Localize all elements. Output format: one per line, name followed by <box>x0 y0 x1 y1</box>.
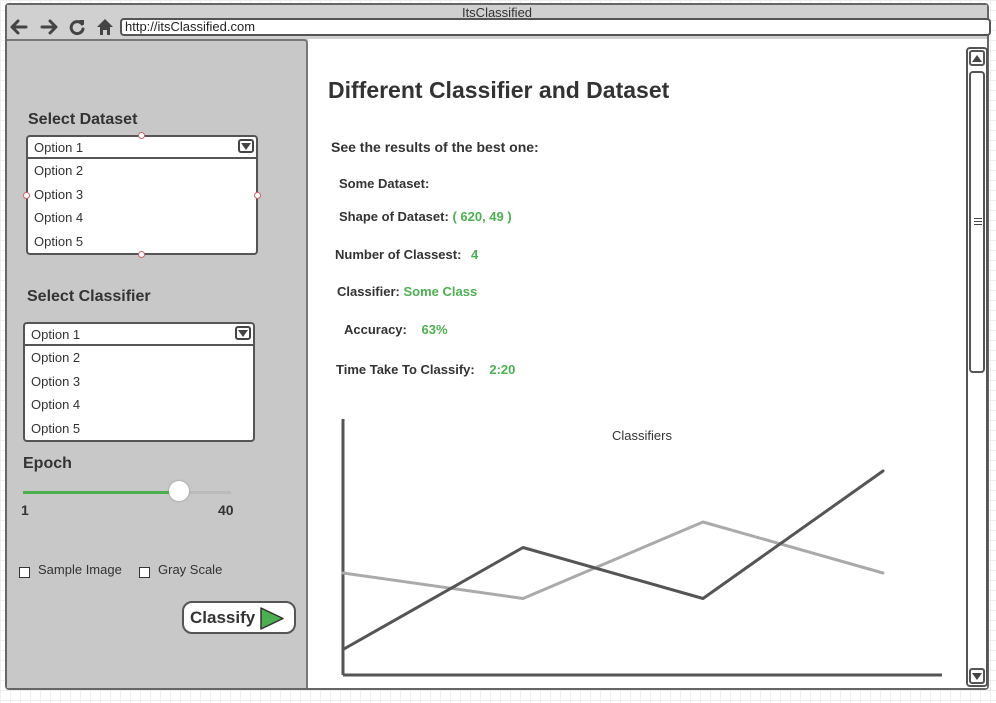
classify-button[interactable]: Classify <box>182 601 296 634</box>
time-row: Time Take To Classify: 2:20 <box>336 362 515 377</box>
shape-row: Shape of Dataset: ( 620, 49 ) <box>339 209 512 224</box>
epoch-label: Epoch <box>23 455 72 472</box>
select-dataset-label: Select Dataset <box>28 111 138 128</box>
scroll-thumb[interactable] <box>969 71 985 373</box>
chevron-down-icon[interactable] <box>238 139 254 153</box>
sample-image-label: Sample Image <box>38 562 122 577</box>
classifier-option[interactable]: Option 3 <box>25 370 253 394</box>
sidebar: Select Dataset Option 1 Option 2 Option … <box>7 39 308 688</box>
address-bar[interactable]: http://itsClassified.com <box>120 18 991 36</box>
gray-scale-label: Gray Scale <box>158 562 223 577</box>
accuracy-label: Accuracy: <box>344 322 407 337</box>
classes-label: Number of Classest: <box>335 247 462 262</box>
classifier-option[interactable]: Option 2 <box>25 346 253 370</box>
dataset-name: Some Dataset: <box>339 176 430 191</box>
accuracy-row: Accuracy: 63% <box>344 322 448 337</box>
scroll-up-icon[interactable] <box>969 50 985 66</box>
classifier-selected-value: Option 1 <box>31 327 81 342</box>
dataset-option[interactable]: Option 5 <box>28 230 256 254</box>
resize-handle[interactable] <box>138 132 145 139</box>
epoch-slider-fill <box>23 491 179 494</box>
page-title: Different Classifier and Dataset <box>328 77 670 103</box>
time-label: Time Take To Classify: <box>336 362 475 377</box>
scroll-down-icon[interactable] <box>969 668 985 684</box>
dataset-selected-value: Option 1 <box>34 140 84 155</box>
classifier-selected[interactable]: Option 1 <box>25 324 253 346</box>
browser-window: ItsClassified http://itsClassified.com S… <box>5 3 991 690</box>
resize-handle[interactable] <box>23 192 30 199</box>
classifiers-line-chart: Classifiers <box>341 419 942 677</box>
vertical-scrollbar[interactable] <box>966 47 988 687</box>
main-content: Different Classifier and Dataset See the… <box>308 39 988 688</box>
dataset-listbox[interactable]: Option 1 Option 2 Option 3 Option 4 Opti… <box>26 135 258 255</box>
classifier-option[interactable]: Option 4 <box>25 393 253 417</box>
chart-title: Classifiers <box>612 428 672 443</box>
reload-icon[interactable] <box>67 17 87 37</box>
classifier-listbox[interactable]: Option 1 Option 2 Option 3 Option 4 Opti… <box>23 322 255 442</box>
gray-scale-checkbox[interactable] <box>139 567 150 578</box>
dataset-option[interactable]: Option 4 <box>28 206 256 230</box>
shape-label: Shape of Dataset: <box>339 209 449 224</box>
epoch-slider-thumb[interactable] <box>169 481 189 501</box>
classify-button-label: Classify <box>190 608 256 627</box>
classes-row: Number of Classest: 4 <box>335 247 478 262</box>
shape-value: ( 620, 49 ) <box>452 209 512 224</box>
chevron-down-icon[interactable] <box>235 326 251 340</box>
home-icon[interactable] <box>95 17 115 37</box>
series-line-2 <box>341 520 885 600</box>
results-subtitle: See the results of the best one: <box>331 139 539 155</box>
play-icon <box>260 607 284 630</box>
select-classifier-label: Select Classifier <box>27 288 151 305</box>
dataset-option[interactable]: Option 2 <box>28 159 256 183</box>
epoch-min: 1 <box>21 502 29 518</box>
accuracy-value: 63% <box>421 322 448 337</box>
forward-icon[interactable] <box>39 17 59 37</box>
title-bar: ItsClassified http://itsClassified.com <box>7 5 991 39</box>
sample-image-checkbox[interactable] <box>19 567 30 578</box>
classes-value: 4 <box>471 247 479 262</box>
grip-icon <box>974 218 982 225</box>
resize-handle[interactable] <box>254 192 261 199</box>
classifier-option[interactable]: Option 5 <box>25 417 253 441</box>
resize-handle[interactable] <box>138 251 145 258</box>
epoch-max: 40 <box>218 502 234 518</box>
dataset-selected[interactable]: Option 1 <box>28 137 256 159</box>
classifier-row: Classifier: Some Class <box>337 284 477 299</box>
dataset-option[interactable]: Option 3 <box>28 183 256 207</box>
classifier-value: Some Class <box>403 284 478 299</box>
classifier-label: Classifier: <box>337 284 400 299</box>
time-value: 2:20 <box>489 362 516 377</box>
back-icon[interactable] <box>9 17 29 37</box>
